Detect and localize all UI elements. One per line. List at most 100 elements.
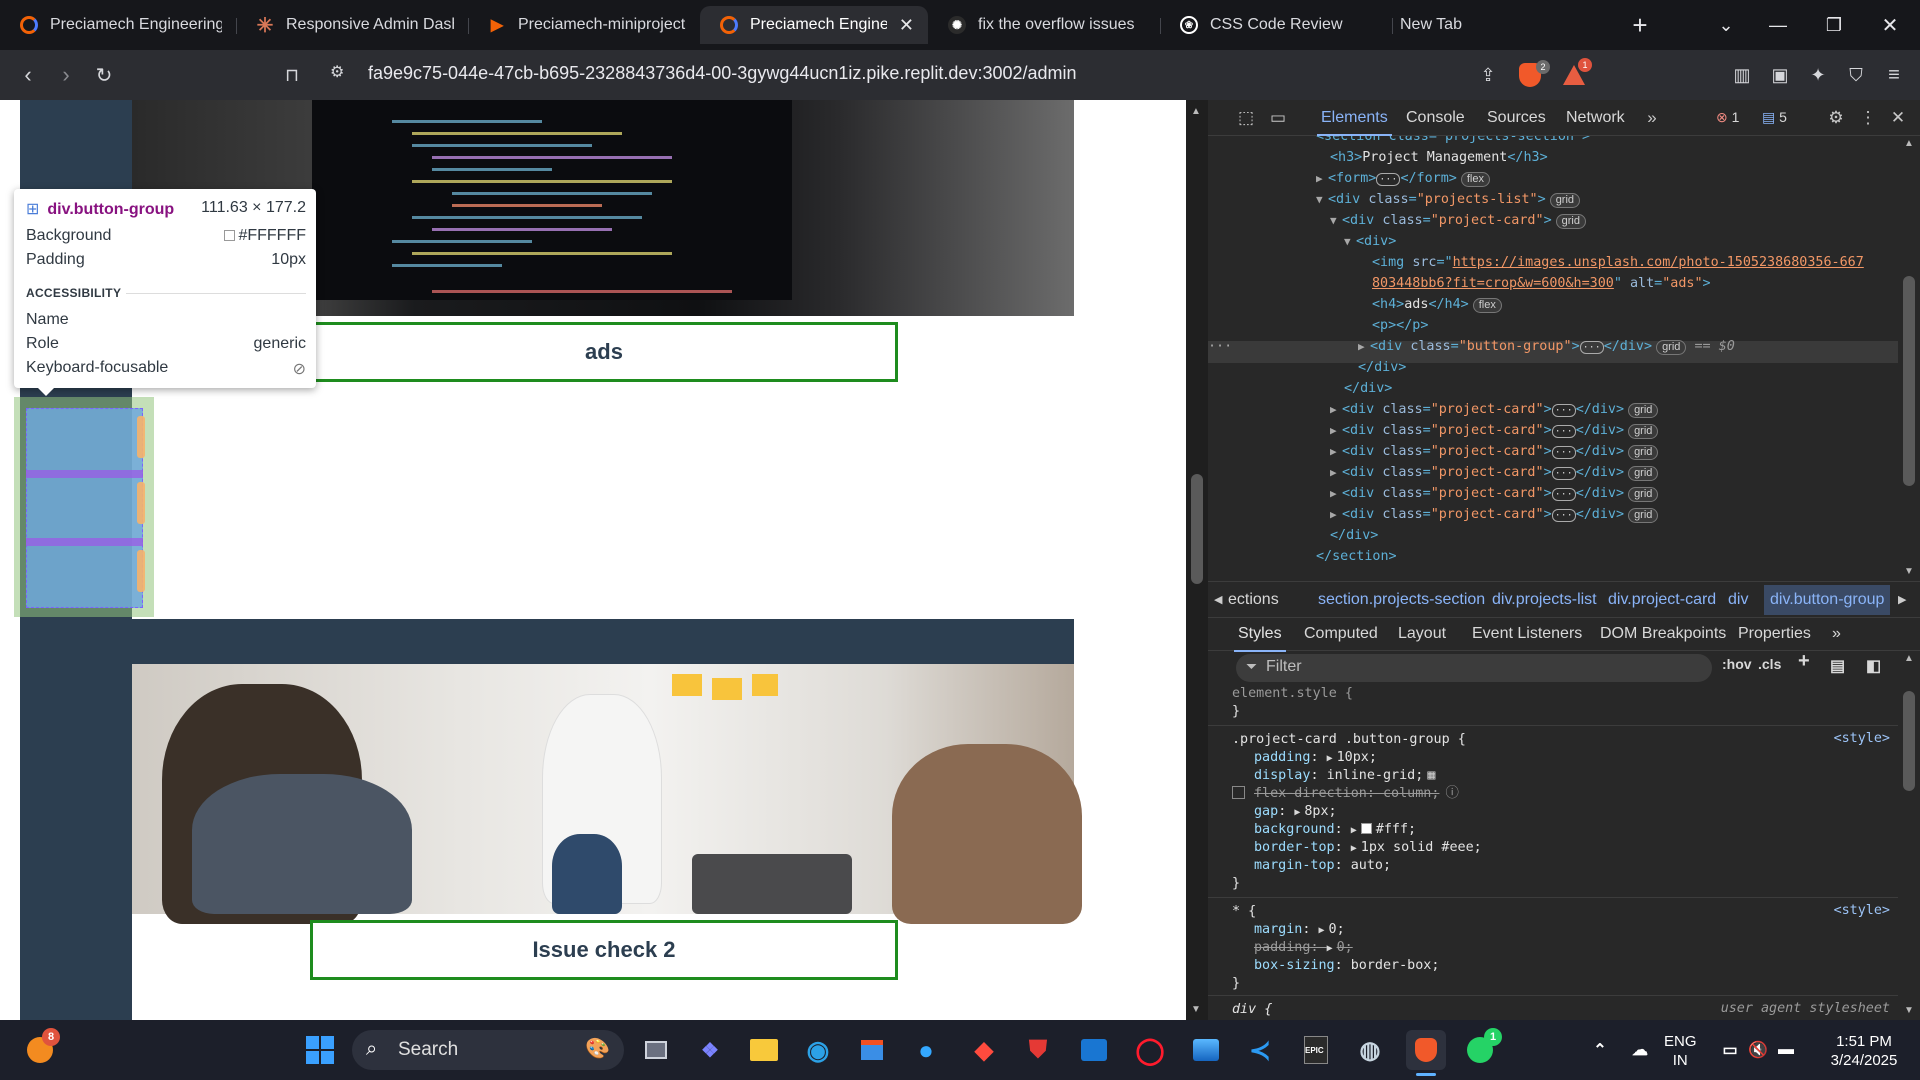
dom-node[interactable]: ▶ <div class="project-card"> ··· </div> grid <box>1330 462 1659 483</box>
breadcrumb-item[interactable]: div.project-card <box>1608 591 1716 609</box>
task-view-icon[interactable] <box>636 1030 676 1070</box>
dom-node-dots[interactable]: ··· <box>1208 336 1232 357</box>
breadcrumb-scroll-left-icon[interactable]: ◀ <box>1208 581 1226 617</box>
css-property-overridden[interactable]: padding: ▶ 0; <box>1254 939 1353 957</box>
rule-source-link[interactable]: <style> <box>1834 731 1890 746</box>
rule-selector[interactable]: * { <box>1232 903 1256 921</box>
reload-icon[interactable]: ↻ <box>84 50 124 100</box>
more-tabs-icon[interactable]: » <box>1640 106 1664 130</box>
dom-node[interactable]: <img src="https://images.unsplash.com/ph… <box>1372 252 1864 273</box>
minimize-icon[interactable]: — <box>1750 0 1806 50</box>
mcafee-icon[interactable]: ⛊ <box>1018 1030 1058 1070</box>
tab-event-listeners[interactable]: Event Listeners <box>1472 625 1582 643</box>
bookmark-icon[interactable]: ⊓ <box>272 50 312 100</box>
tab-preciamech-active[interactable]: Preciamech Engineer ✕ <box>700 6 928 44</box>
opera-icon[interactable]: ◯ <box>1130 1030 1170 1070</box>
settings-gear-icon[interactable]: ⚙ <box>1824 106 1848 130</box>
dom-node[interactable]: ▶ <div class="project-card"> ··· </div> grid <box>1330 504 1659 525</box>
brave-taskbar-icon[interactable] <box>1406 1030 1446 1076</box>
outlook-icon[interactable] <box>1074 1030 1114 1070</box>
color-swatch[interactable] <box>1360 823 1372 834</box>
back-icon[interactable]: ‹ <box>8 50 48 100</box>
site-info-icon[interactable]: ⚙ <box>330 62 356 86</box>
copilot-icon[interactable]: ❖ <box>690 1030 730 1070</box>
tab-preciamech-1[interactable]: Preciamech Engineering C <box>0 6 236 44</box>
tips-icon[interactable]: ● <box>906 1030 946 1070</box>
tab-styles[interactable]: Styles <box>1234 625 1286 652</box>
dom-node[interactable]: </div> <box>1330 525 1378 546</box>
rule-selector[interactable]: .project-card .button-group { <box>1232 731 1466 749</box>
window-close-icon[interactable]: ✕ <box>1862 0 1918 50</box>
kebab-menu-icon[interactable]: ⋮ <box>1856 106 1880 130</box>
wallet-icon[interactable]: ▣ <box>1760 50 1800 100</box>
vpn-icon[interactable]: ⛉ <box>1836 50 1876 100</box>
hov-toggle[interactable]: :hov <box>1722 656 1752 672</box>
dom-node[interactable]: ▼ <div class="projects-list"> grid <box>1316 189 1581 210</box>
close-devtools-icon[interactable]: ✕ <box>1886 106 1910 130</box>
css-property[interactable]: margin: ▶ 0; <box>1254 921 1345 939</box>
breadcrumb-item-active[interactable]: div.button-group <box>1764 585 1891 615</box>
tab-console[interactable]: Console <box>1406 109 1465 127</box>
dom-node[interactable]: <section class="projects-section"> <box>1316 136 1590 147</box>
breadcrumb-item[interactable]: div <box>1728 591 1748 609</box>
css-property[interactable]: margin-top: auto; <box>1254 857 1391 875</box>
tab-computed[interactable]: Computed <box>1304 625 1378 643</box>
tab-sources[interactable]: Sources <box>1487 109 1546 127</box>
share-icon[interactable]: ⇪ <box>1468 50 1508 100</box>
dom-node[interactable]: </section> <box>1316 546 1397 567</box>
tab-preciamech-miniproject[interactable]: ▶ Preciamech-miniproject - <box>468 6 700 44</box>
wifi-icon[interactable]: ▭ <box>1716 1030 1744 1070</box>
css-property[interactable]: box-sizing: border-box; <box>1254 957 1439 975</box>
breadcrumb-scroll-right-icon[interactable]: ▶ <box>1898 593 1906 606</box>
breadcrumb-item[interactable]: section.projects-section <box>1318 591 1485 609</box>
dom-node[interactable]: <h3>Project Management</h3> <box>1330 147 1548 168</box>
dom-node[interactable]: ▶ <div class="project-card"> ··· </div> grid <box>1330 441 1659 462</box>
toggle-sidebar-icon[interactable]: ◧ <box>1866 656 1881 676</box>
brave-rewards-icon[interactable]: 1 <box>1554 50 1594 100</box>
dom-node-selected[interactable]: ▶ <div class="button-group"> ··· </div> grid… <box>1358 336 1735 357</box>
tray-overflow-chevron-icon[interactable]: ⌃ <box>1580 1030 1620 1070</box>
tab-elements[interactable]: Elements <box>1317 109 1392 136</box>
rule-source-link[interactable]: <style> <box>1834 903 1890 918</box>
forward-icon[interactable]: › <box>46 50 86 100</box>
microsoft-store-icon[interactable] <box>852 1030 892 1070</box>
taskbar-search[interactable]: ⌕ Search 🎨 <box>352 1030 624 1070</box>
inspect-element-icon[interactable]: ⬚ <box>1234 106 1258 130</box>
brave-shields-icon[interactable]: 2 <box>1510 50 1550 100</box>
dom-node[interactable]: ▶ <div class="project-card"> ··· </div> grid <box>1330 399 1659 420</box>
anydesk-icon[interactable]: ◆ <box>964 1030 1004 1070</box>
dom-node[interactable]: ▶ <div class="project-card"> ··· </div> grid <box>1330 483 1659 504</box>
volume-muted-icon[interactable]: 🔇 <box>1744 1030 1772 1070</box>
css-property-disabled[interactable]: flex-direction: column; ⓘ <box>1232 785 1459 803</box>
css-property[interactable]: display: inline-grid; ▦ <box>1254 767 1435 785</box>
styles-filter-input[interactable]: ⏷ Filter <box>1236 654 1712 682</box>
css-property[interactable]: background: ▶ #fff; <box>1254 821 1416 839</box>
dom-node[interactable]: <h4>ads</h4> flex <box>1372 294 1502 315</box>
epic-games-icon[interactable]: EPIC <box>1296 1030 1336 1070</box>
tab-search-chevron-icon[interactable]: ⌄ <box>1698 0 1754 50</box>
leo-ai-icon[interactable]: ✦ <box>1798 50 1838 100</box>
url-field[interactable]: fa9e9c75-044e-47cb-b695-2328843736d4-00-… <box>368 63 1077 84</box>
message-count[interactable]: ▤ 5 <box>1762 109 1787 126</box>
tab-responsive-admin[interactable]: ✳ Responsive Admin Dashb <box>236 6 468 44</box>
dom-node[interactable]: <p></p> <box>1372 315 1428 336</box>
tab-network[interactable]: Network <box>1566 109 1625 127</box>
dom-node[interactable]: 803448bb6?fit=crop&w=600&h=300" alt="ads… <box>1372 273 1711 294</box>
windows-start-icon[interactable] <box>300 1030 340 1070</box>
css-property[interactable]: gap: ▶ 8px; <box>1254 803 1337 821</box>
dom-node[interactable]: </div> <box>1344 378 1392 399</box>
close-icon[interactable]: ✕ <box>887 15 914 36</box>
sidebar-icon[interactable]: ▥ <box>1722 50 1762 100</box>
weather-widget-icon[interactable]: 8 <box>20 1028 60 1070</box>
menu-icon[interactable]: ≡ <box>1874 50 1914 100</box>
breadcrumb-item[interactable]: div.projects-list <box>1492 591 1597 609</box>
dom-tree-scrollbar[interactable]: ▲ ▼ <box>1898 136 1920 581</box>
dom-node[interactable]: ▼ <div class="project-card"> grid <box>1330 210 1586 231</box>
battery-icon[interactable]: ▬ <box>1772 1030 1800 1070</box>
new-tab-plus-icon[interactable]: + <box>1612 0 1668 50</box>
css-property[interactable]: padding: ▶ 10px; <box>1254 749 1377 767</box>
cls-toggle[interactable]: .cls <box>1758 656 1781 672</box>
steam-icon[interactable]: ◍ <box>1350 1030 1390 1070</box>
dom-node[interactable]: </div> <box>1358 357 1406 378</box>
whatsapp-icon[interactable]: 1 <box>1460 1028 1502 1070</box>
